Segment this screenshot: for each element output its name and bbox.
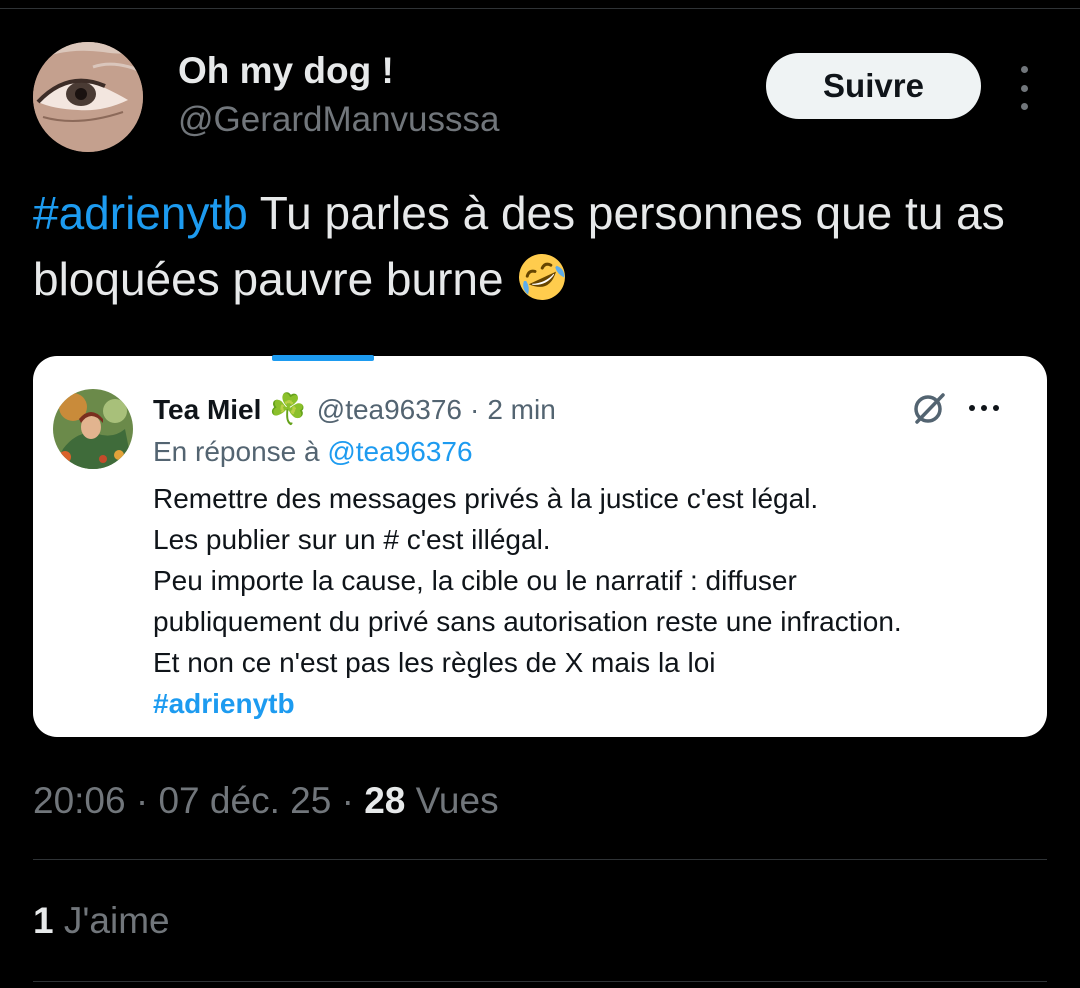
quoted-display-name[interactable]: Tea Miel <box>153 394 261 426</box>
likes-count: 1 <box>33 900 54 941</box>
tweet-text: #adrienytb Tu parles à des personnes que… <box>33 180 1033 312</box>
quoted-timestamp[interactable]: 2 min <box>487 394 555 426</box>
likes-label: J'aime <box>53 900 170 941</box>
quoted-tweet-card[interactable]: Tea Miel ☘️ @tea96376 · 2 min En réponse… <box>33 356 1047 737</box>
more-dot <box>1020 103 1028 110</box>
author-display-name[interactable]: Oh my dog ! <box>178 50 394 92</box>
quoted-text: Remettre des messages privés à la justic… <box>153 478 1033 724</box>
tweet-hashtag[interactable]: #adrienytb <box>33 187 248 239</box>
tweet-time[interactable]: 20:06 <box>33 780 126 821</box>
top-divider <box>0 8 1080 9</box>
more-dot <box>1020 66 1028 73</box>
reply-context: En réponse à @tea96376 <box>153 436 473 468</box>
quoted-header: Tea Miel ☘️ @tea96376 · 2 min <box>153 392 556 427</box>
author-handle[interactable]: @GerardManvusssa <box>178 100 499 140</box>
likes-divider <box>33 981 1047 982</box>
separator-dot: · <box>469 393 480 425</box>
quoted-line: publiquement du privé sans autorisation … <box>153 606 902 637</box>
follow-button[interactable]: Suivre <box>766 53 981 119</box>
tweet-meta: 20:06 · 07 déc. 25 · 28 Vues <box>33 780 499 822</box>
views-count: 28 <box>364 780 406 821</box>
more-dot <box>1020 84 1028 92</box>
more-dot <box>993 405 999 411</box>
views-label: Vues <box>405 780 499 821</box>
more-horizontal-icon[interactable] <box>969 404 999 412</box>
author-avatar[interactable] <box>33 42 143 152</box>
eye-photo-avatar-icon <box>33 42 143 152</box>
more-dot <box>969 405 975 411</box>
quote-highlight-bar <box>272 355 374 361</box>
quoted-line: Remettre des messages privés à la justic… <box>153 483 819 514</box>
tweet-date[interactable]: 07 déc. 25 <box>158 780 331 821</box>
quoted-line: Et non ce n'est pas les règles de X mais… <box>153 647 716 678</box>
meta-divider <box>33 859 1047 860</box>
reply-prefix: En réponse à <box>153 436 328 467</box>
rolling-on-floor-laughing-emoji-icon <box>519 254 566 300</box>
quoted-line: Peu importe la cause, la cible ou le nar… <box>153 565 797 596</box>
quoted-hashtag[interactable]: #adrienytb <box>153 683 1033 724</box>
more-vertical-icon[interactable] <box>1010 66 1038 110</box>
meta-separator: · <box>125 780 159 821</box>
shamrock-emoji: ☘️ <box>269 393 307 426</box>
likes-stat[interactable]: 1 J'aime <box>33 900 170 942</box>
quoted-author-avatar[interactable] <box>53 389 133 469</box>
illustrated-avatar-icon <box>53 389 133 469</box>
more-dot <box>981 405 987 411</box>
meta-separator: · <box>331 780 365 821</box>
reply-mention[interactable]: @tea96376 <box>327 436 472 467</box>
grok-slash-circle-icon[interactable] <box>911 390 947 426</box>
quoted-handle[interactable]: @tea96376 <box>317 394 462 426</box>
tweet-detail-page: Oh my dog ! @GerardManvusssa Suivre #adr… <box>0 0 1080 988</box>
quoted-line: Les publier sur un # c'est illégal. <box>153 524 551 555</box>
